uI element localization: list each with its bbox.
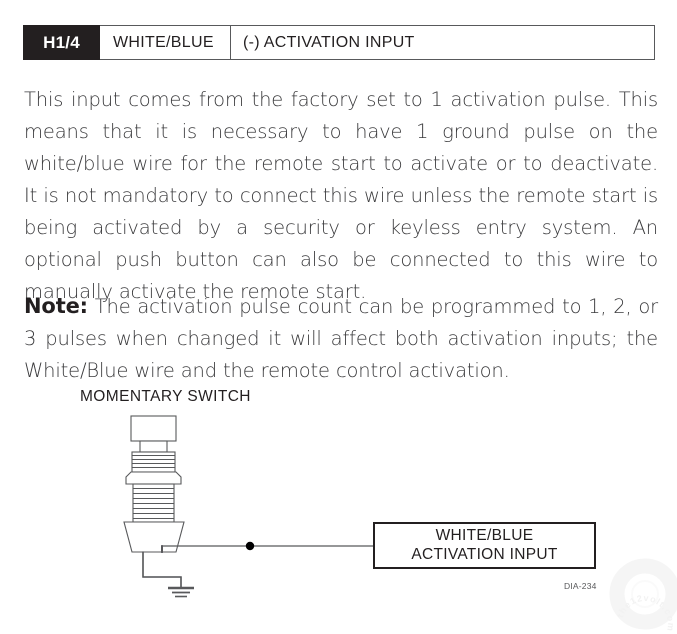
junction-dot — [245, 541, 255, 551]
body-paragraph: This input comes from the factory set to… — [24, 88, 658, 303]
ground-symbol — [168, 586, 194, 598]
switch-hex-nut — [125, 471, 182, 485]
momentary-switch-label: MOMENTARY SWITCH — [80, 388, 251, 405]
momentary-switch-graphic — [123, 415, 185, 553]
wire-color-cell: WHITE/BLUE — [100, 26, 231, 59]
wiring-diagram: MOMENTARY SWITCH WHITE/BLUE ACTIVATION I… — [0, 380, 677, 634]
wire-function-cell: (-) ACTIVATION INPUT — [243, 33, 415, 51]
switch-plunger-shaft — [139, 440, 168, 453]
ground-branch — [142, 552, 182, 587]
box-label-line1: WHITE/BLUE — [436, 527, 534, 544]
watermark-logo: the12volt.com — [609, 558, 677, 632]
note-text: The activation pulse count can be progra… — [24, 295, 658, 382]
note-block: Note: The activation pulse count can be … — [24, 290, 658, 387]
diagram-id-label: DIA-234 — [564, 581, 597, 591]
switch-button-cap — [130, 415, 177, 442]
ground-lead-wire — [142, 551, 182, 588]
wire-code-cell: H1/4 — [23, 25, 100, 60]
wire-ground-path — [142, 552, 182, 588]
wire-header-table: H1/4 WHITE/BLUE (-) ACTIVATION INPUT — [23, 25, 655, 60]
switch-base-skirt — [123, 521, 185, 553]
note-label: Note: — [24, 294, 88, 318]
box-label-line2: ACTIVATION INPUT — [411, 546, 558, 563]
signal-wire-geometry — [161, 545, 375, 552]
